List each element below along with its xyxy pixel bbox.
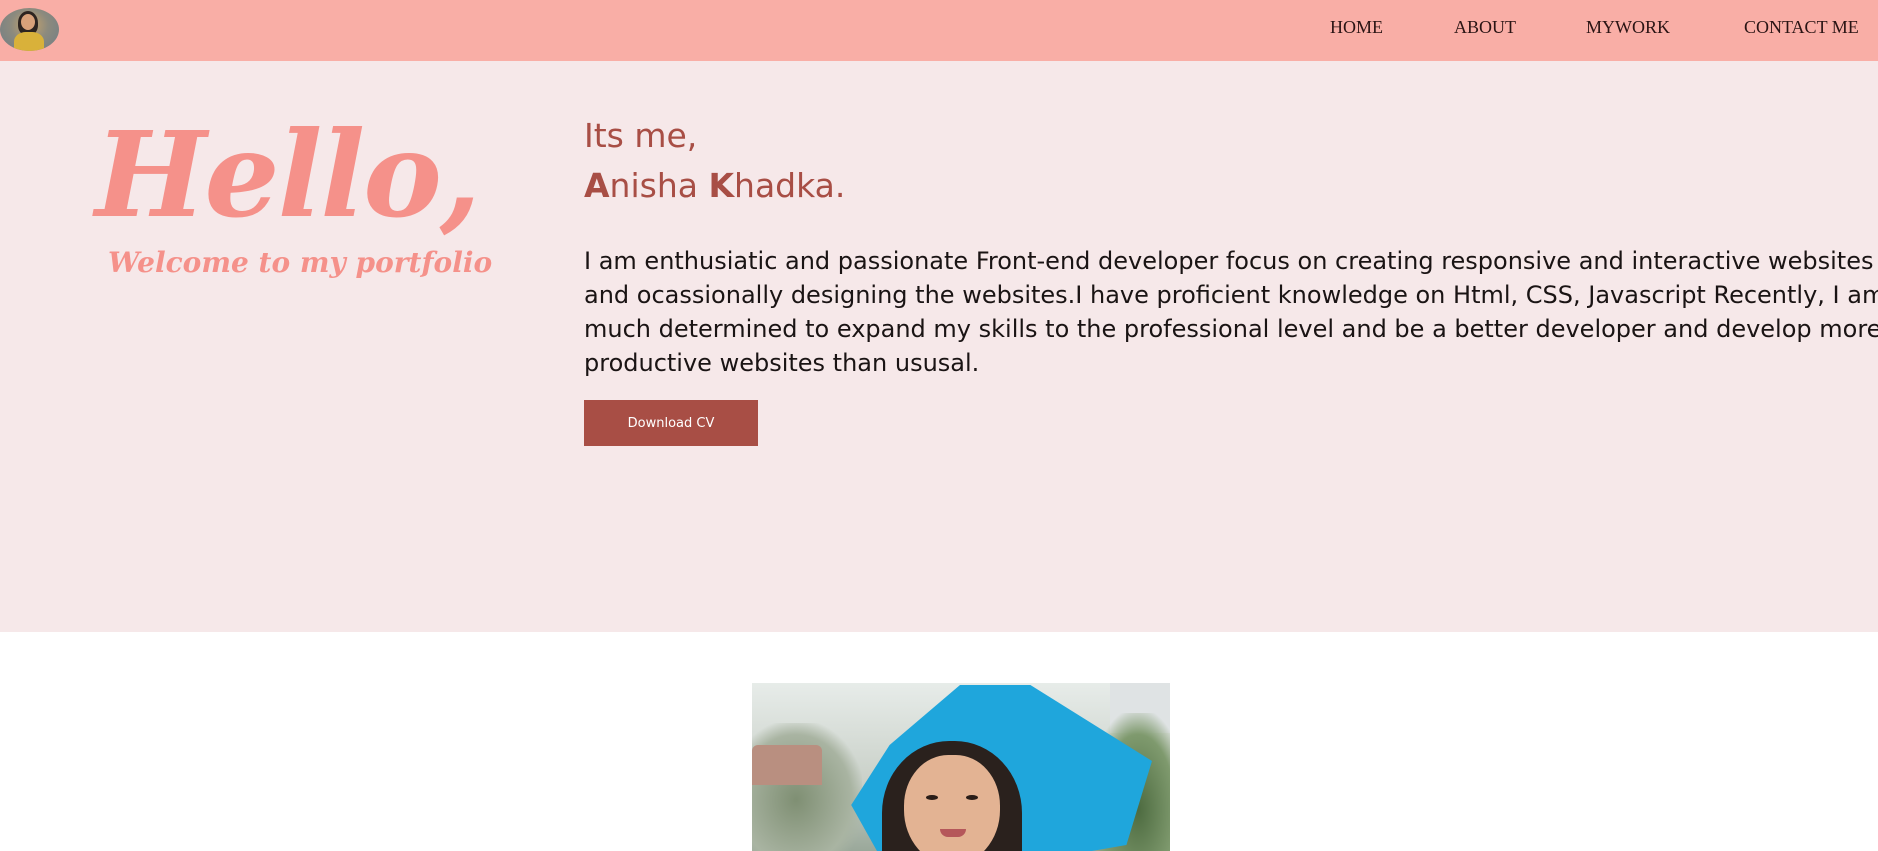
navbar: HOME ABOUT MYWORK CONTACT ME xyxy=(0,0,1878,61)
bio-line: and ocassionally designing the websites.… xyxy=(584,281,1878,309)
last-name-rest: hadka. xyxy=(734,166,846,205)
bio-line: productive websites than ususal. xyxy=(584,349,980,377)
nav-contact-link[interactable]: CONTACT ME xyxy=(1744,17,1859,38)
intro-text: Its me, xyxy=(584,116,698,155)
photo-roof xyxy=(752,745,822,785)
first-name-rest: nisha xyxy=(609,166,709,205)
bio-line: I am enthusiatic and passionate Front-en… xyxy=(584,247,1874,275)
welcome-subheading: Welcome to my portfolio xyxy=(108,246,493,279)
profile-photo xyxy=(752,683,1170,851)
name-heading: Anisha Khadka. xyxy=(584,166,845,206)
nav-home-link[interactable]: HOME xyxy=(1330,17,1383,38)
photo-mouth xyxy=(940,829,966,837)
logo-avatar[interactable] xyxy=(0,8,59,51)
avatar-shirt xyxy=(14,32,44,51)
last-initial: K xyxy=(708,166,735,205)
bio-line: much determined to expand my skills to t… xyxy=(584,315,1878,343)
nav-about-link[interactable]: ABOUT xyxy=(1454,17,1516,38)
download-cv-button[interactable]: Download CV xyxy=(584,400,758,446)
hello-heading: Hello, xyxy=(95,105,481,244)
photo-eye-left xyxy=(926,795,938,800)
hero-section: Hello, Welcome to my portfolio Its me, A… xyxy=(0,61,1878,632)
photo-eye-right xyxy=(966,795,978,800)
bio-paragraph: I am enthusiatic and passionate Front-en… xyxy=(584,244,1878,384)
first-initial: A xyxy=(584,166,610,205)
avatar-face xyxy=(21,14,35,30)
nav-mywork-link[interactable]: MYWORK xyxy=(1586,17,1670,38)
photo-trees-left xyxy=(752,723,862,851)
